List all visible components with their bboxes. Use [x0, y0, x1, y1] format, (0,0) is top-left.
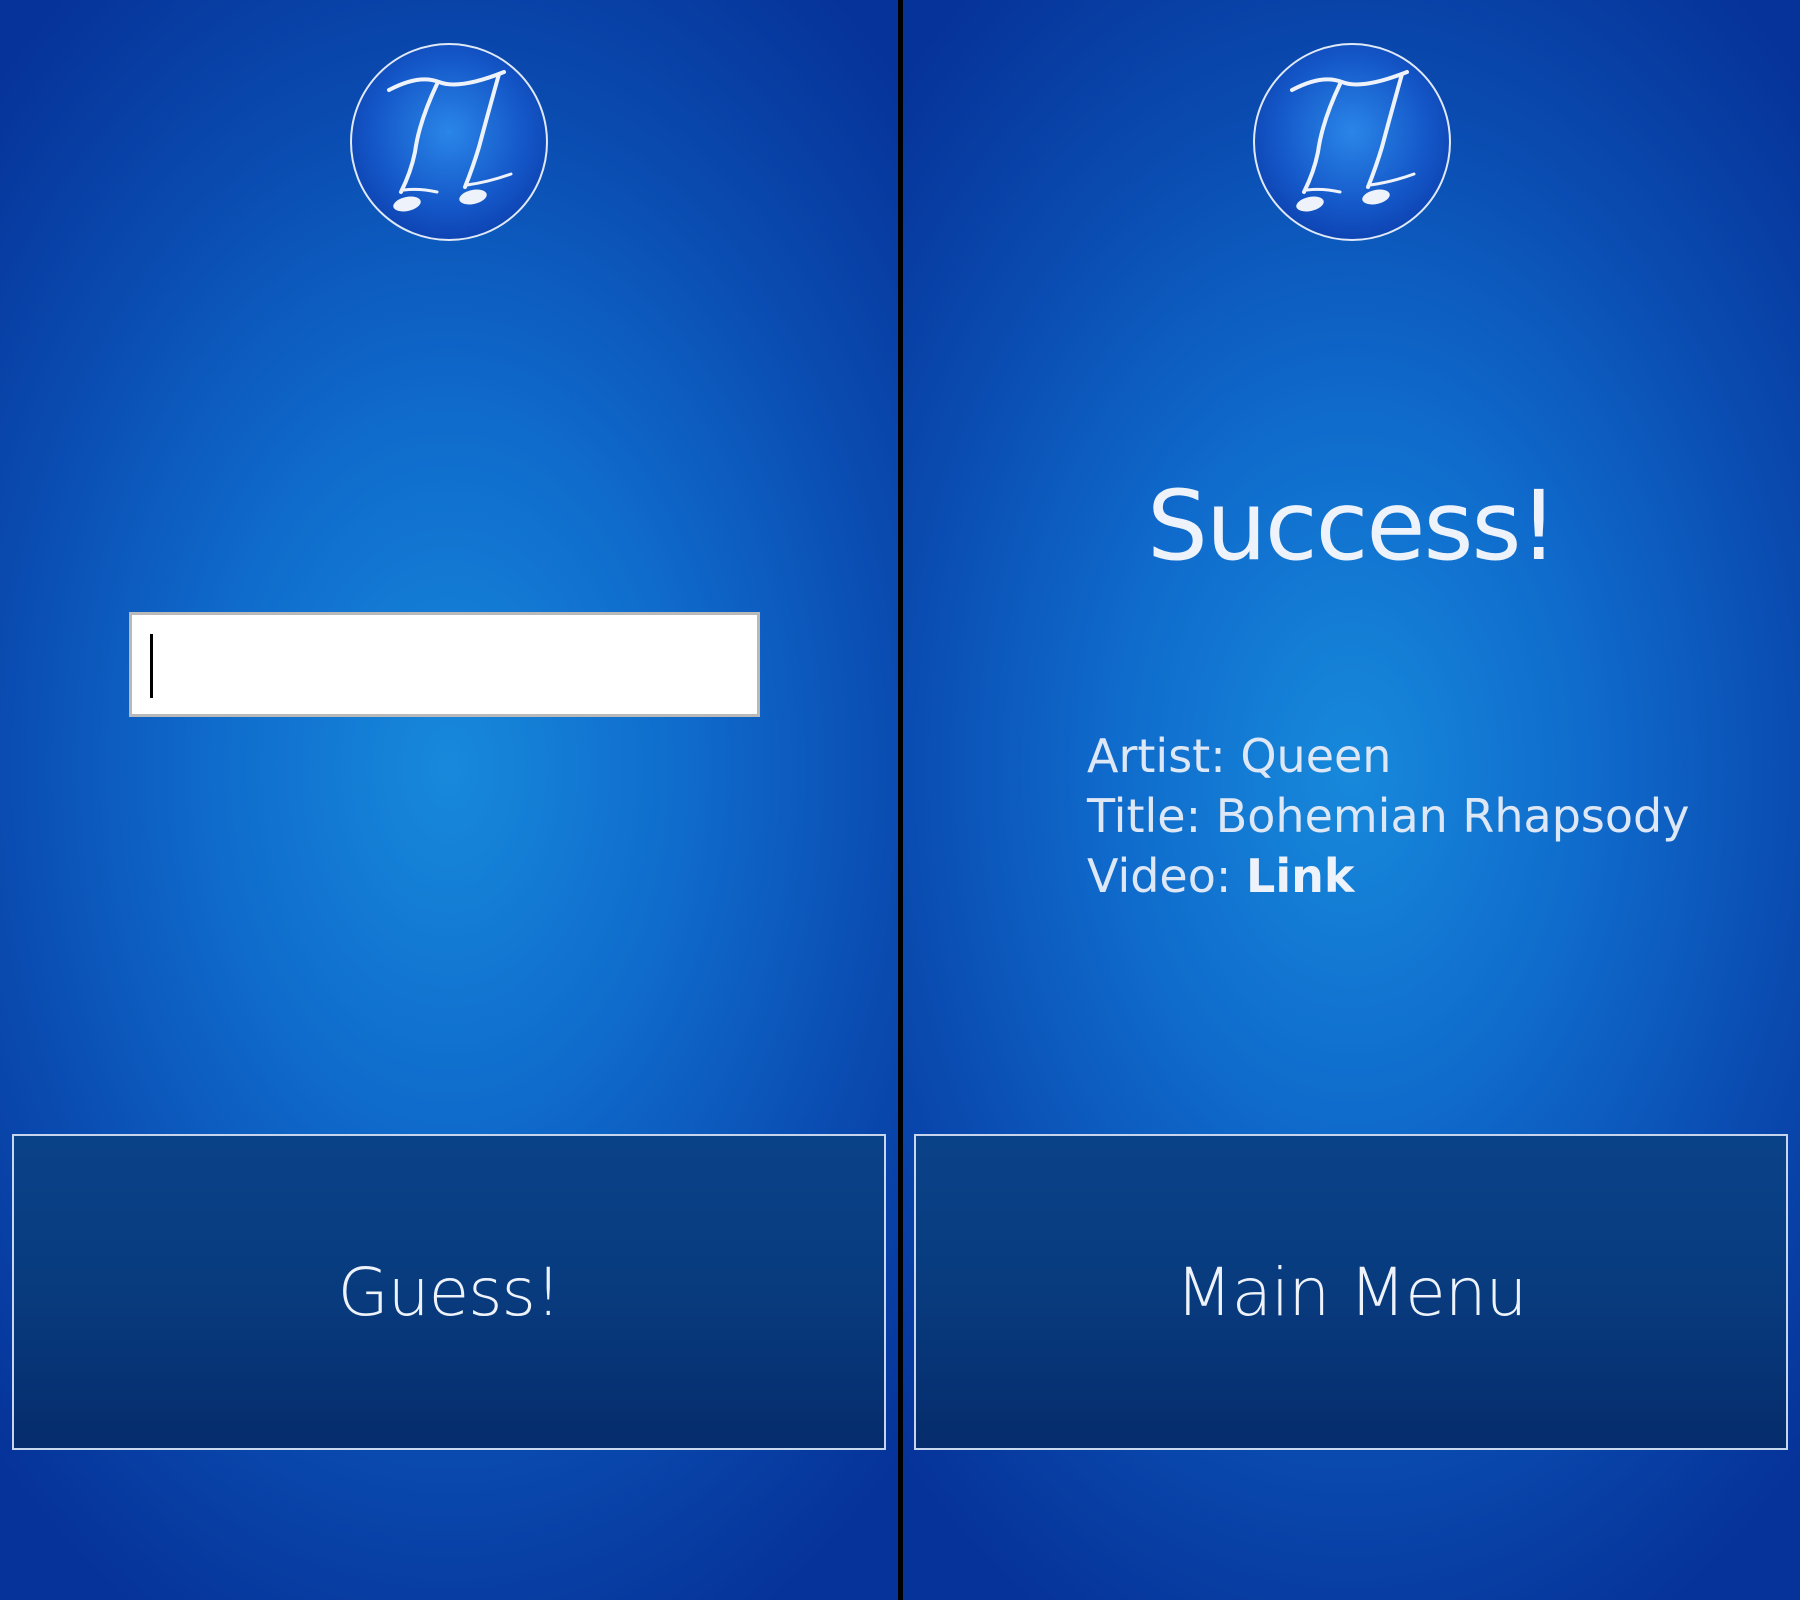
main-menu-button[interactable]: Main Menu — [914, 1134, 1788, 1450]
video-label: Video: — [1087, 849, 1232, 903]
app-composite: Guess! Success! Artist: Queen Title: Boh… — [0, 0, 1800, 1600]
result-screen: Success! Artist: Queen Title: Bohemian R… — [903, 0, 1800, 1600]
video-link[interactable]: Link — [1246, 849, 1354, 903]
title-label: Title: — [1087, 789, 1202, 843]
guess-input[interactable] — [129, 612, 760, 717]
artist-row: Artist: Queen — [1087, 726, 1689, 786]
song-info: Artist: Queen Title: Bohemian Rhapsody V… — [1087, 726, 1689, 906]
music-note-logo-icon — [349, 42, 549, 242]
music-note-logo-icon — [1252, 42, 1452, 242]
artist-label: Artist: — [1087, 729, 1226, 783]
artist-value: Queen — [1240, 729, 1392, 783]
title-row: Title: Bohemian Rhapsody — [1087, 786, 1689, 846]
guess-button[interactable]: Guess! — [12, 1134, 886, 1450]
title-value: Bohemian Rhapsody — [1215, 789, 1690, 843]
text-caret — [150, 634, 153, 698]
guess-screen: Guess! — [0, 0, 898, 1600]
video-row: Video: Link — [1087, 846, 1689, 906]
success-heading: Success! — [1147, 470, 1558, 582]
